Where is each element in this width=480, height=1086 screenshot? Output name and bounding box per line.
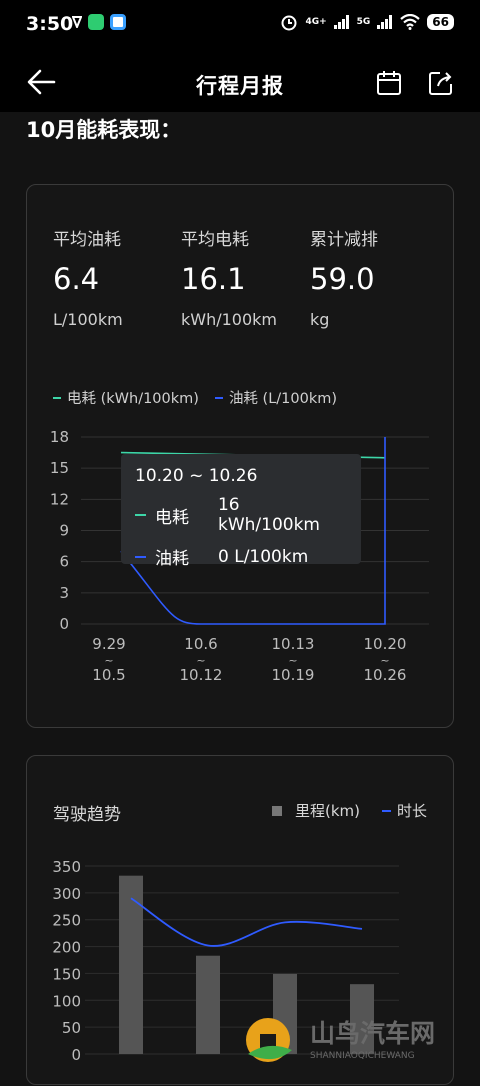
stat-avg-electric: 平均电耗 16.1 kWh/100km — [181, 225, 277, 329]
tooltip-row-electric: 电耗 16 kWh/100km — [135, 495, 347, 535]
legend-fuel[interactable]: 油耗 (L/100km) — [214, 387, 337, 408]
mileage-bar — [196, 955, 220, 1054]
page-title: 行程月报 — [196, 74, 284, 98]
y-tick-label: 100 — [52, 992, 81, 1010]
stat-unit: L/100km — [53, 310, 123, 329]
signal-icon — [377, 15, 393, 29]
tooltip-row-fuel: 油耗 0 L/100km — [135, 544, 347, 569]
status-bar: 3:50 4G+ 5G 66 — [0, 0, 480, 52]
y-tick-label: 0 — [71, 1046, 81, 1064]
app-header: 行程月报 — [0, 52, 480, 112]
y-tick-label: 6 — [59, 553, 69, 571]
x-tick-label: 10.6 ~10.12 — [180, 635, 223, 684]
y-tick-label: 18 — [50, 428, 69, 446]
legend-duration[interactable]: 时长 — [381, 800, 427, 821]
stat-emission-reduction: 累计减排 59.0 kg — [310, 225, 378, 329]
chart-tooltip: 10.20 ~ 10.26 电耗 16 kWh/100km 油耗 0 L/100… — [121, 454, 361, 569]
stat-value: 6.4 — [53, 262, 100, 296]
legend-mileage[interactable]: 里程(km) — [271, 800, 360, 821]
x-tick-label: 9.29 ~10.5 — [92, 635, 125, 684]
y-tick-label: 150 — [52, 965, 81, 983]
calendar-icon[interactable] — [376, 70, 402, 96]
watermark-text: 山鸟汽车网 — [310, 1019, 435, 1048]
y-tick-label: 300 — [52, 885, 81, 903]
y-tick-label: 9 — [59, 522, 69, 540]
y-tick-label: 15 — [50, 459, 69, 477]
y-tick-label: 50 — [62, 1019, 81, 1037]
watermark-logo: 山鸟汽车网 SHANNIAOQICHEWANG — [246, 1018, 435, 1062]
y-tick-label: 200 — [52, 939, 81, 957]
duration-line — [130, 897, 363, 947]
tooltip-range: 10.20 ~ 10.26 — [135, 466, 258, 486]
legend-electric[interactable]: 电耗 (kWh/100km) — [53, 387, 199, 408]
network-label-2: 5G — [356, 17, 371, 27]
stat-value: 16.1 — [181, 262, 246, 296]
energy-legend: 电耗 (kWh/100km) 油耗 (L/100km) — [53, 387, 337, 408]
energy-card: 平均油耗 6.4 L/100km 平均电耗 16.1 kWh/100km 累计减… — [26, 184, 454, 728]
watermark-subtext: SHANNIAOQICHEWANG — [310, 1051, 415, 1061]
alarm-icon — [281, 15, 297, 31]
x-tick-label: 10.20 ~10.26 — [364, 635, 407, 684]
tooltip-fuel-label: 油耗 — [155, 549, 189, 569]
section-title: 10月能耗表现： — [26, 118, 182, 142]
y-tick-label: 0 — [59, 615, 69, 633]
status-right: 4G+ 5G 66 — [280, 13, 454, 31]
stat-label: 平均电耗 — [181, 230, 249, 250]
vpn-icon — [72, 16, 82, 28]
y-tick-label: 12 — [50, 490, 69, 508]
x-tick-label: 10.13 ~10.19 — [272, 635, 315, 684]
stat-unit: kWh/100km — [181, 310, 278, 329]
stat-label: 平均油耗 — [53, 230, 121, 250]
stat-unit: kg — [310, 310, 330, 329]
tooltip-fuel-value: 0 L/100km — [218, 546, 309, 567]
stat-value: 59.0 — [310, 262, 375, 296]
network-label-1: 4G+ — [305, 17, 327, 27]
share-icon[interactable] — [428, 70, 454, 96]
driving-trend-title: 驾驶趋势 — [53, 805, 121, 825]
signal-icon — [333, 15, 349, 29]
status-time: 3:50 — [26, 13, 74, 35]
y-tick-label: 250 — [52, 912, 81, 930]
wifi-icon — [400, 14, 421, 30]
battery-icon: 66 — [427, 14, 454, 30]
mileage-bar — [119, 875, 143, 1054]
y-tick-label: 3 — [59, 584, 69, 602]
wechat-icon — [88, 14, 104, 30]
stat-label: 累计减排 — [310, 230, 378, 250]
tooltip-electric-label: 电耗 — [155, 507, 189, 528]
tooltip-electric-value: 16 kWh/100km — [217, 495, 320, 535]
stat-avg-fuel: 平均油耗 6.4 L/100km — [53, 225, 123, 329]
y-tick-label: 350 — [52, 858, 81, 876]
notification-icons — [72, 14, 126, 30]
driving-legend: 里程(km) 时长 — [271, 800, 427, 821]
chat-app-icon — [110, 14, 126, 30]
